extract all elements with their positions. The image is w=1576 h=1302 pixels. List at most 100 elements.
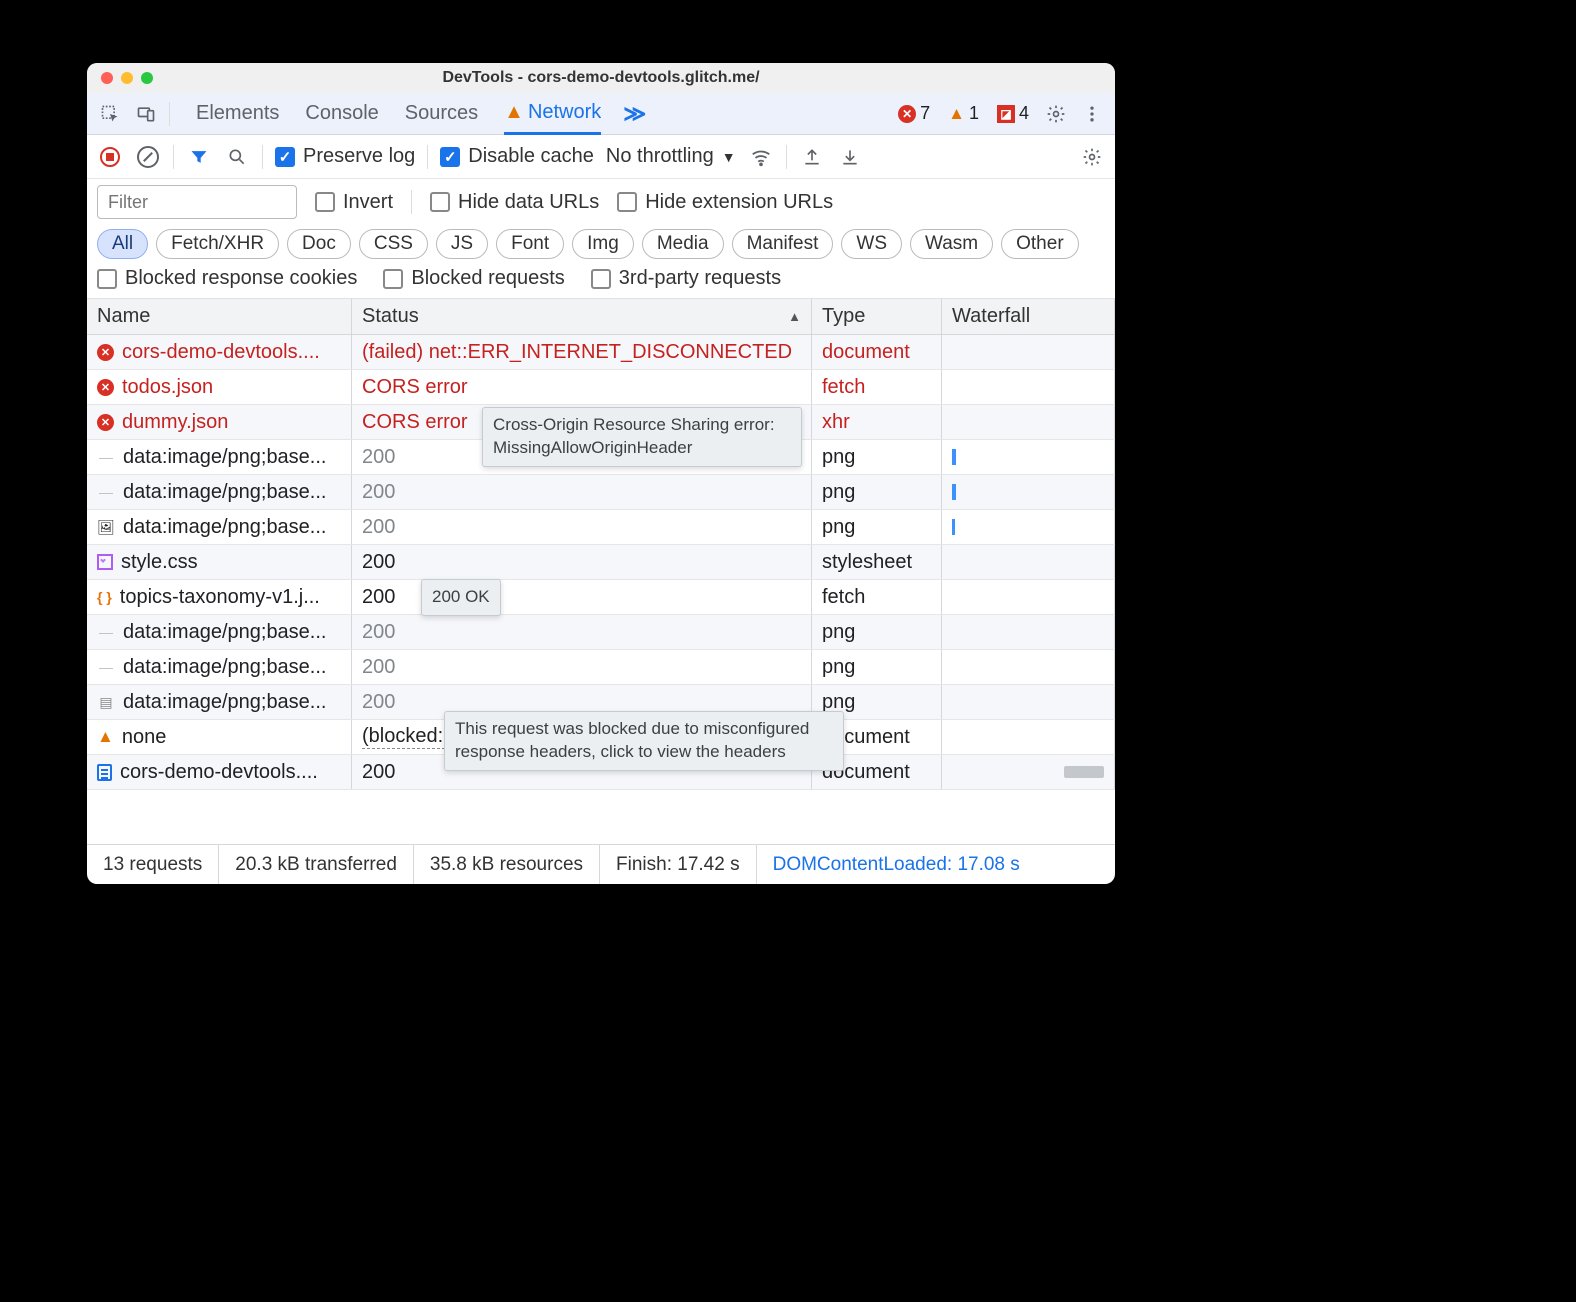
checkbox-icon xyxy=(97,269,117,289)
status-requests: 13 requests xyxy=(87,845,219,884)
waterfall-bar xyxy=(952,484,956,500)
tab-elements[interactable]: Elements xyxy=(196,94,279,133)
type-chip-js[interactable]: JS xyxy=(436,229,488,259)
traffic-lights xyxy=(87,72,153,84)
tab-sources[interactable]: Sources xyxy=(405,94,478,133)
cors-tooltip: Cross-Origin Resource Sharing error: Mis… xyxy=(482,407,802,467)
blocked-cookies-checkbox[interactable]: Blocked response cookies xyxy=(97,267,357,290)
error-icon: ✕ xyxy=(898,105,916,123)
cell-type: png xyxy=(812,440,942,474)
separator xyxy=(262,145,263,169)
cell-status: 200 xyxy=(352,650,812,684)
request-name: todos.json xyxy=(122,376,213,399)
errors-count: 7 xyxy=(920,103,930,124)
table-row[interactable]: { }topics-taxonomy-v1.j...200fetch xyxy=(87,580,1115,615)
error-icon: ✕ xyxy=(97,379,114,396)
errors-indicator[interactable]: ✕7 xyxy=(898,103,930,124)
error-icon: ✕ xyxy=(97,414,114,431)
waterfall-bar xyxy=(952,519,955,535)
window-title: DevTools - cors-demo-devtools.glitch.me/ xyxy=(87,69,1115,87)
placeholder-icon: — xyxy=(97,623,115,641)
filter-icon[interactable] xyxy=(186,144,212,170)
table-row[interactable]: 🖼data:image/png;base...200png xyxy=(87,510,1115,545)
invert-checkbox[interactable]: Invert xyxy=(315,191,393,214)
table-row[interactable]: style.css200stylesheet xyxy=(87,545,1115,580)
issues-indicator[interactable]: ◪4 xyxy=(997,103,1029,124)
tab-network-label: Network xyxy=(528,101,601,123)
cell-waterfall xyxy=(942,475,1115,509)
close-window-button[interactable] xyxy=(101,72,113,84)
type-chip-manifest[interactable]: Manifest xyxy=(732,229,834,259)
hide-extension-urls-checkbox[interactable]: Hide extension URLs xyxy=(617,191,833,214)
stylesheet-icon xyxy=(97,554,113,570)
third-party-checkbox[interactable]: 3rd-party requests xyxy=(591,267,781,290)
type-chip-media[interactable]: Media xyxy=(642,229,724,259)
disable-cache-label: Disable cache xyxy=(468,145,594,168)
cell-type: document xyxy=(812,335,942,369)
issues-count: 4 xyxy=(1019,103,1029,124)
column-waterfall[interactable]: Waterfall xyxy=(942,299,1115,334)
search-icon[interactable] xyxy=(224,144,250,170)
error-icon: ✕ xyxy=(97,344,114,361)
table-row[interactable]: —data:image/png;base...200png xyxy=(87,615,1115,650)
type-chip-other[interactable]: Other xyxy=(1001,229,1079,259)
type-chip-all[interactable]: All xyxy=(97,229,148,259)
column-status[interactable]: Status xyxy=(352,299,812,334)
cell-status: 200 xyxy=(352,475,812,509)
cell-status: 200 xyxy=(352,545,812,579)
download-har-icon[interactable] xyxy=(837,144,863,170)
preserve-log-checkbox[interactable]: ✓Preserve log xyxy=(275,145,415,168)
cell-waterfall xyxy=(942,580,1115,614)
cell-name: ▤data:image/png;base... xyxy=(87,685,352,719)
table-row[interactable]: —data:image/png;base...200png xyxy=(87,475,1115,510)
type-chip-wasm[interactable]: Wasm xyxy=(910,229,993,259)
cell-waterfall xyxy=(942,720,1115,754)
inspect-element-icon[interactable] xyxy=(97,101,123,127)
hide-data-urls-checkbox[interactable]: Hide data URLs xyxy=(430,191,599,214)
warning-icon: ▲ xyxy=(948,104,965,124)
type-chip-font[interactable]: Font xyxy=(496,229,564,259)
cell-waterfall xyxy=(942,545,1115,579)
type-filter-chips: All Fetch/XHR Doc CSS JS Font Img Media Manifest… xyxy=(87,225,1115,263)
clear-button[interactable] xyxy=(135,144,161,170)
throttling-select[interactable]: No throttling ▼ xyxy=(606,145,736,168)
warnings-indicator[interactable]: ▲1 xyxy=(948,103,979,124)
tab-console[interactable]: Console xyxy=(305,94,378,133)
cell-waterfall xyxy=(942,335,1115,369)
request-name: data:image/png;base... xyxy=(123,656,326,679)
type-chip-doc[interactable]: Doc xyxy=(287,229,351,259)
table-row[interactable]: ✕todos.jsonCORS errorfetch xyxy=(87,370,1115,405)
type-chip-fetchxhr[interactable]: Fetch/XHR xyxy=(156,229,279,259)
cell-name: { }topics-taxonomy-v1.j... xyxy=(87,580,352,614)
blocked-requests-checkbox[interactable]: Blocked requests xyxy=(383,267,564,290)
record-button[interactable] xyxy=(97,144,123,170)
settings-icon[interactable] xyxy=(1079,144,1105,170)
more-icon[interactable] xyxy=(1079,101,1105,127)
column-type[interactable]: Type xyxy=(812,299,942,334)
type-chip-css[interactable]: CSS xyxy=(359,229,428,259)
cell-type: fetch xyxy=(812,370,942,404)
status-200-tooltip: 200 OK xyxy=(421,579,501,616)
device-toggle-icon[interactable] xyxy=(133,101,159,127)
cell-name: ▲none xyxy=(87,720,352,754)
filter-input[interactable] xyxy=(97,185,297,219)
cell-type: xhr xyxy=(812,405,942,439)
type-chip-img[interactable]: Img xyxy=(572,229,634,259)
table-row[interactable]: —data:image/png;base...200png xyxy=(87,650,1115,685)
upload-har-icon[interactable] xyxy=(799,144,825,170)
tab-network[interactable]: ▲Network xyxy=(504,93,601,135)
hide-data-urls-label: Hide data URLs xyxy=(458,191,599,214)
disable-cache-checkbox[interactable]: ✓Disable cache xyxy=(440,145,594,168)
network-conditions-icon[interactable] xyxy=(748,144,774,170)
warning-icon: ▲ xyxy=(504,101,524,123)
cell-type: stylesheet xyxy=(812,545,942,579)
separator xyxy=(786,145,787,169)
column-name[interactable]: Name xyxy=(87,299,352,334)
table-row[interactable]: ✕cors-demo-devtools....(failed) net::ERR… xyxy=(87,335,1115,370)
settings-icon[interactable] xyxy=(1043,101,1069,127)
blocked-requests-label: Blocked requests xyxy=(411,267,564,290)
tabs-overflow-button[interactable]: ≫ xyxy=(623,101,646,127)
minimize-window-button[interactable] xyxy=(121,72,133,84)
type-chip-ws[interactable]: WS xyxy=(841,229,902,259)
maximize-window-button[interactable] xyxy=(141,72,153,84)
